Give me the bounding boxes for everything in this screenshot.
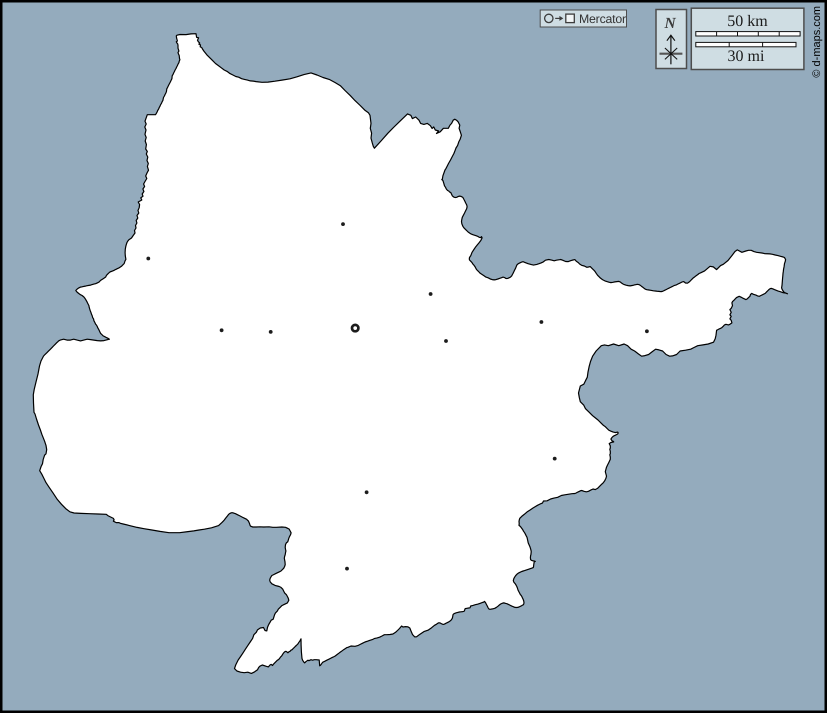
svg-text:Mercator: Mercator <box>579 12 626 26</box>
svg-text:30 mi: 30 mi <box>728 48 765 65</box>
svg-text:N: N <box>664 15 677 32</box>
svg-text:© d-maps.com: © d-maps.com <box>811 6 823 78</box>
svg-text:50 km: 50 km <box>727 13 768 30</box>
